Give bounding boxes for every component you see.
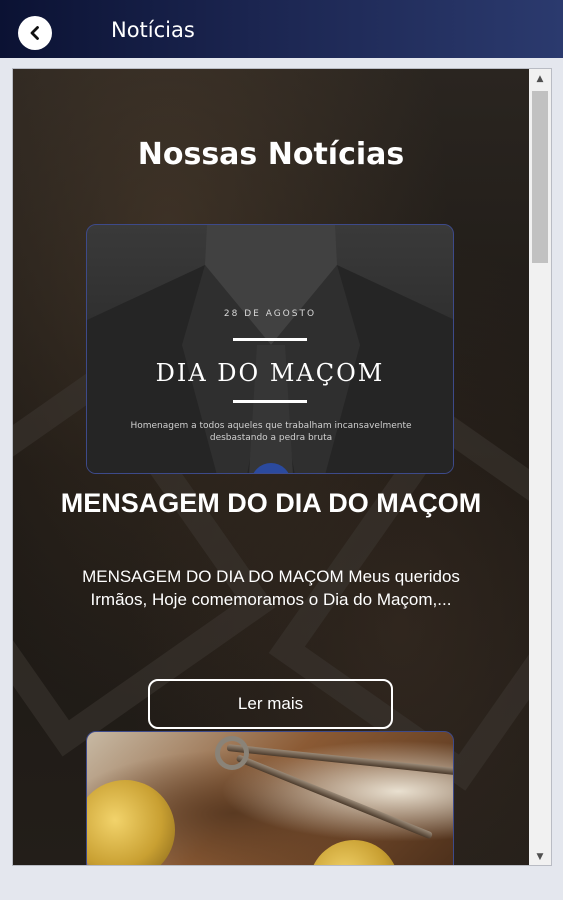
scroll-up-button[interactable]: ▲ (529, 69, 551, 89)
back-button[interactable] (18, 16, 52, 50)
app-bar: Notícias (0, 0, 563, 58)
image-caption: Homenagem a todos aqueles que trabalham … (130, 421, 412, 443)
page-title: Notícias (111, 18, 195, 42)
article-title[interactable]: MENSAGEM DO DIA DO MAÇOM (53, 487, 489, 519)
gold-coin (309, 840, 399, 865)
chevron-left-icon (30, 26, 39, 40)
triangle-up-icon: ▲ (536, 74, 544, 84)
news-content: Nossas Notícias 28 DE AGOSTO DIA DO MAÇO… (13, 69, 529, 865)
divider (233, 400, 307, 403)
section-title: Nossas Notícias (137, 137, 405, 172)
read-more-button[interactable]: Ler mais (148, 679, 393, 729)
image-date: 28 DE AGOSTO (223, 309, 317, 319)
article-excerpt: MENSAGEM DO DIA DO MAÇOM Meus queridos I… (82, 567, 460, 609)
compass-hinge (215, 736, 249, 770)
triangle-down-icon: ▼ (536, 852, 544, 862)
scroll-down-button[interactable]: ▼ (529, 847, 551, 865)
image-heading: DIA DO MAÇOM (155, 359, 385, 387)
article-image[interactable]: 28 DE AGOSTO DIA DO MAÇOM Homenagem a to… (86, 224, 454, 474)
divider (233, 338, 307, 341)
scrollbar[interactable]: ▲ ▼ (529, 69, 551, 865)
article-image[interactable] (86, 731, 454, 865)
news-webview[interactable]: Nossas Notícias 28 DE AGOSTO DIA DO MAÇO… (12, 68, 552, 866)
scroll-thumb[interactable] (532, 91, 548, 263)
gold-coin (87, 780, 175, 865)
